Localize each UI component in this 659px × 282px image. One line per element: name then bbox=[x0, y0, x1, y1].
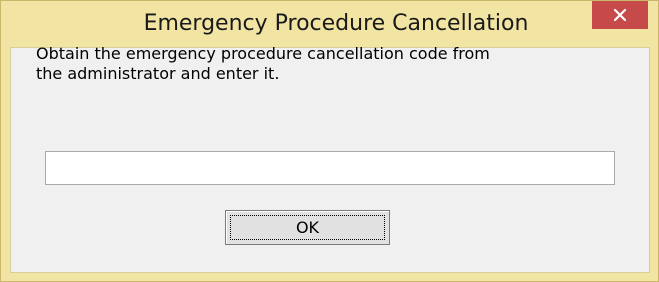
cancellation-code-input[interactable] bbox=[45, 151, 615, 185]
title-bar[interactable]: Emergency Procedure Cancellation bbox=[1, 1, 658, 47]
instruction-line-2: the administrator and enter it. bbox=[36, 64, 280, 83]
close-button[interactable] bbox=[592, 1, 648, 29]
window-title: Emergency Procedure Cancellation bbox=[143, 11, 529, 36]
ok-button-label: OK bbox=[230, 215, 385, 240]
ok-button[interactable]: OK bbox=[225, 210, 390, 245]
instruction-message: Obtain the emergency procedure cancellat… bbox=[36, 44, 626, 84]
close-icon bbox=[613, 8, 627, 22]
instruction-line-1: Obtain the emergency procedure cancellat… bbox=[36, 44, 490, 63]
